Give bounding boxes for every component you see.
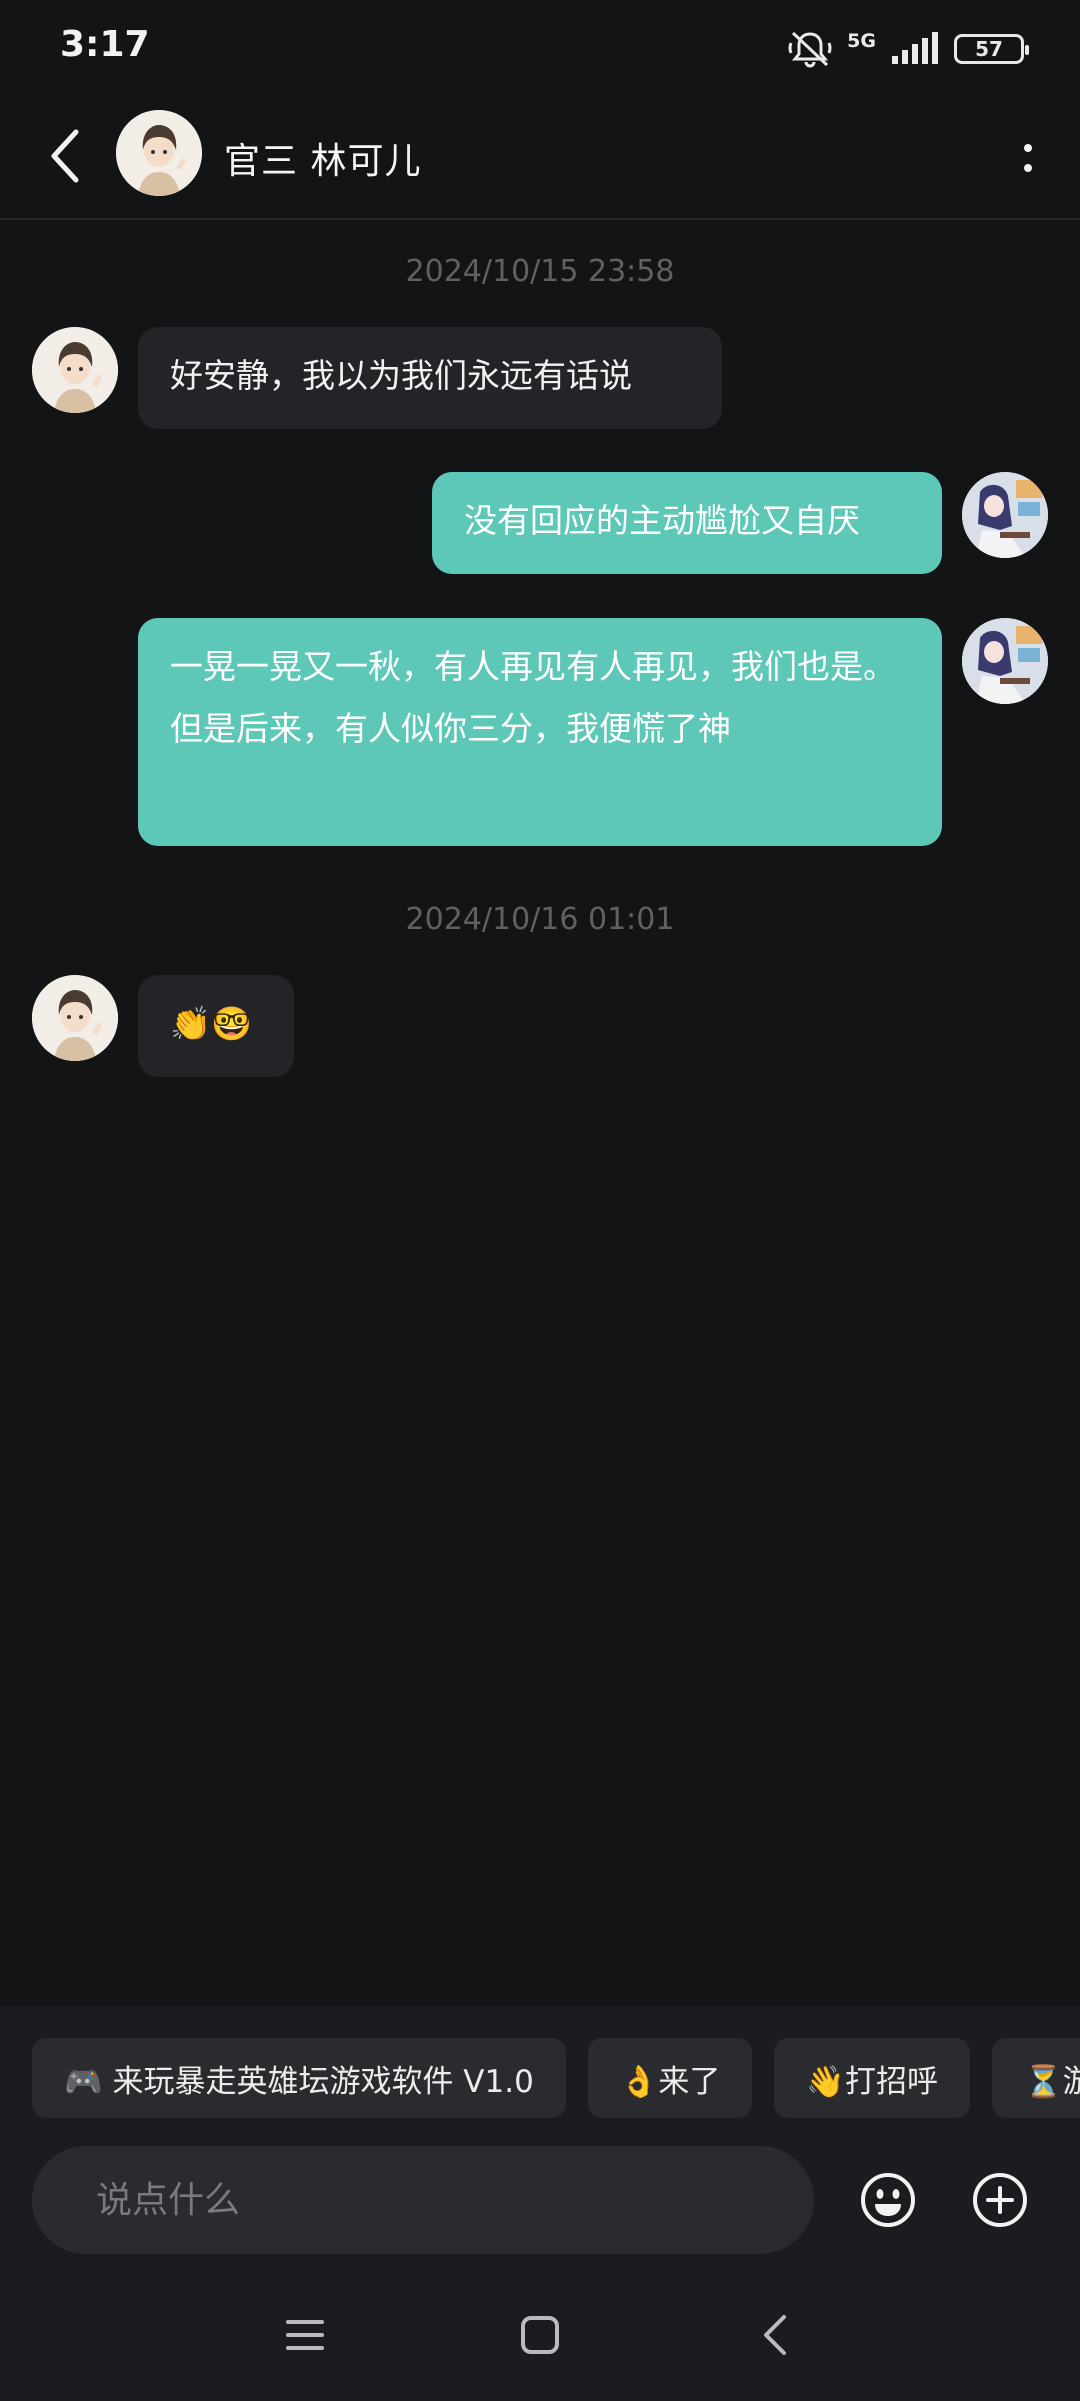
mute-bell-icon [788, 31, 832, 68]
avatar-girl-image [116, 110, 202, 196]
sender-avatar[interactable] [32, 975, 118, 1061]
quick-reply-row: 🎮 来玩暴走英雄坛游戏软件 V1.0 👌来了 👋打招呼 ⏳游 [32, 2038, 1080, 2118]
avatar-anime-image [962, 618, 1048, 704]
message-input[interactable] [32, 2146, 814, 2254]
plus-button[interactable] [972, 2172, 1028, 2228]
status-icons: 5G 57 [787, 26, 1029, 72]
menu-icon [286, 2320, 324, 2350]
message-bubble-outgoing[interactable]: 一晃一晃又一秋，有人再见有人再见，我们也是。但是后来，有人似你三分，我便慌了神 [138, 618, 942, 846]
avatar-girl-image [32, 975, 118, 1061]
my-avatar[interactable] [962, 472, 1048, 558]
system-back-button[interactable] [752, 2312, 798, 2358]
battery-level: 57 [975, 37, 1003, 61]
message-input-box[interactable] [32, 2146, 814, 2254]
quick-reply-chip[interactable]: 🎮 来玩暴走英雄坛游戏软件 V1.0 [32, 2038, 566, 2118]
status-bar: 3:17 5G 57 [0, 0, 1080, 96]
recent-apps-button[interactable] [282, 2312, 328, 2358]
more-options-button[interactable] [1008, 126, 1048, 190]
home-button[interactable] [517, 2312, 563, 2358]
emoji-button[interactable] [860, 2172, 916, 2228]
signal-icon [892, 32, 938, 64]
network-type-label: 5G [847, 29, 876, 52]
quick-reply-chip[interactable]: ⏳游 [992, 2038, 1080, 2118]
quick-reply-chip[interactable]: 👋打招呼 [774, 2038, 971, 2118]
chat-header: 官三 林可儿 [0, 96, 1080, 220]
chat-screen: 3:17 5G 57 官三 林可儿 2024/10/15 23:58 好安静，我… [0, 0, 1080, 2401]
back-chevron-icon [764, 2315, 786, 2355]
timestamp: 2024/10/15 23:58 [405, 254, 675, 289]
battery-icon: 57 [954, 34, 1029, 64]
plus-circle-icon [973, 2173, 1027, 2227]
message-bubble-outgoing[interactable]: 没有回应的主动尴尬又自厌 [432, 472, 942, 574]
more-vertical-icon [1024, 144, 1032, 152]
quick-reply-chip[interactable]: 👌来了 [587, 2038, 753, 2118]
contact-avatar[interactable] [116, 110, 202, 196]
system-nav-bar [0, 2290, 1080, 2380]
home-square-icon [521, 2316, 559, 2354]
avatar-anime-image [962, 472, 1048, 558]
contact-name: 官三 林可儿 [224, 141, 422, 182]
timestamp: 2024/10/16 01:01 [405, 902, 675, 937]
my-avatar[interactable] [962, 618, 1048, 704]
message-bubble-incoming[interactable]: 👏🤓 [138, 975, 294, 1077]
message-bubble-incoming[interactable]: 好安静，我以为我们永远有话说 [138, 327, 722, 429]
sender-avatar[interactable] [32, 327, 118, 413]
smiley-icon [861, 2173, 915, 2227]
status-time: 3:17 [60, 24, 150, 65]
chevron-left-icon [51, 129, 79, 183]
back-button[interactable] [36, 124, 96, 188]
avatar-girl-image [32, 327, 118, 413]
